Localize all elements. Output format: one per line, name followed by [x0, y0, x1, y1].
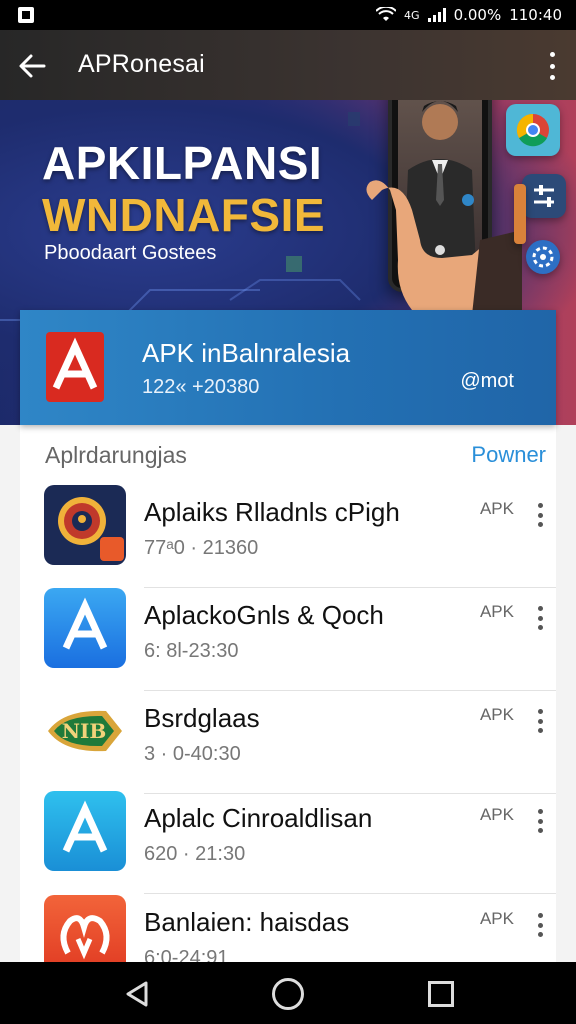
item-menu-button[interactable]: [538, 709, 544, 733]
svg-text:NIB: NIB: [62, 719, 107, 743]
nav-back-icon[interactable]: [124, 980, 150, 1008]
nav-home-icon[interactable]: [272, 978, 304, 1010]
back-button[interactable]: [14, 48, 50, 84]
featured-app-title: APK inBalnralesia: [142, 338, 351, 368]
app-meta: 3 · 0-40:30: [144, 743, 241, 765]
list-item[interactable]: Aplaiks Rlladnls cPigh 77ᵃ0 · 21360 APK: [20, 485, 556, 588]
apk-tag: APK: [479, 499, 514, 518]
sim-label: 4G: [404, 8, 420, 22]
item-menu-button[interactable]: [538, 809, 544, 833]
app-name: Bsrdglaas: [144, 703, 260, 733]
apk-tag: APK: [479, 909, 514, 928]
app-store-icon: [44, 791, 126, 871]
app-name: AplackoGnls & Qoch: [144, 600, 384, 630]
settings-sliders-icon: [522, 174, 566, 218]
app-bar: APRonesai: [0, 30, 576, 100]
nib-badge-icon: NIB: [44, 691, 126, 771]
apk-tag: APK: [479, 805, 514, 824]
app-list: Aplrdarungjas Powner Aplaiks Rlladnls cP…: [20, 425, 556, 962]
list-item[interactable]: NIB Bsrdglaas 3 · 0-40:30 APK: [20, 691, 556, 794]
status-bar: 4G 0.00% 110:40: [0, 0, 576, 30]
system-nav-bar: [0, 962, 576, 1024]
list-item[interactable]: Aplalc Cinroaldlisan 620 · 21:30 APK: [20, 791, 556, 894]
app-meta: 6: 8l-23:30: [144, 640, 239, 662]
list-item[interactable]: AplackoGnls & Qoch 6: 8l-23:30 APK: [20, 588, 556, 691]
app-meta: 620 · 21:30: [144, 843, 246, 865]
ribbon-logo-icon: [44, 895, 126, 962]
app-meta: 77ᵃ0 · 21360: [144, 537, 259, 559]
list-item[interactable]: Banlaien: haisdas 6:0-24:91 APK: [20, 895, 556, 962]
featured-app-handle[interactable]: @mot: [460, 370, 514, 393]
banner-headline-2: WNDNAFSIE: [42, 189, 326, 241]
orange-app-icon: [514, 184, 526, 244]
app-title: APRonesai: [78, 50, 205, 78]
app-store-icon: [44, 588, 126, 668]
clock: 110:40: [509, 6, 562, 24]
gear-icon: [526, 240, 560, 274]
hand-icon: [366, 180, 522, 315]
overflow-menu-button[interactable]: [548, 52, 556, 80]
app-meta: 6:0-24:91: [144, 947, 229, 962]
banner-headline-1: APKILPANSI: [42, 137, 323, 189]
shield-badge-icon: [44, 485, 126, 565]
item-menu-button[interactable]: [538, 606, 544, 630]
item-menu-button[interactable]: [538, 913, 544, 937]
status-icons: 4G 0.00% 110:40: [376, 6, 562, 24]
notification-icon: [18, 7, 34, 23]
list-header-link[interactable]: Powner: [471, 442, 546, 468]
chrome-icon: [506, 104, 560, 156]
list-header-title: Aplrdarungjas: [45, 442, 187, 468]
featured-app-card[interactable]: APK inBalnralesia 122« +20380 @mot: [20, 310, 556, 425]
nav-recents-icon[interactable]: [428, 981, 454, 1007]
apk-tag: APK: [479, 705, 514, 724]
wifi-icon: [376, 7, 397, 21]
list-header: Aplrdarungjas Powner: [20, 425, 556, 483]
apk-tag: APK: [479, 602, 514, 621]
letter-a-logo-icon: [52, 337, 98, 390]
banner-subtitle: Pboodaart Gostees: [44, 242, 217, 264]
featured-app-logo: [46, 332, 104, 402]
app-name: Aplaiks Rlladnls cPigh: [144, 497, 400, 527]
divider: [144, 893, 556, 894]
app-name: Banlaien: haisdas: [144, 907, 350, 937]
app-name: Aplalc Cinroaldlisan: [144, 803, 373, 833]
battery-percent: 0.00%: [453, 6, 502, 24]
signal-icon: [427, 8, 446, 22]
back-arrow-icon: [19, 54, 46, 78]
item-menu-button[interactable]: [538, 503, 544, 527]
featured-app-meta: 122« +20380: [142, 376, 260, 398]
